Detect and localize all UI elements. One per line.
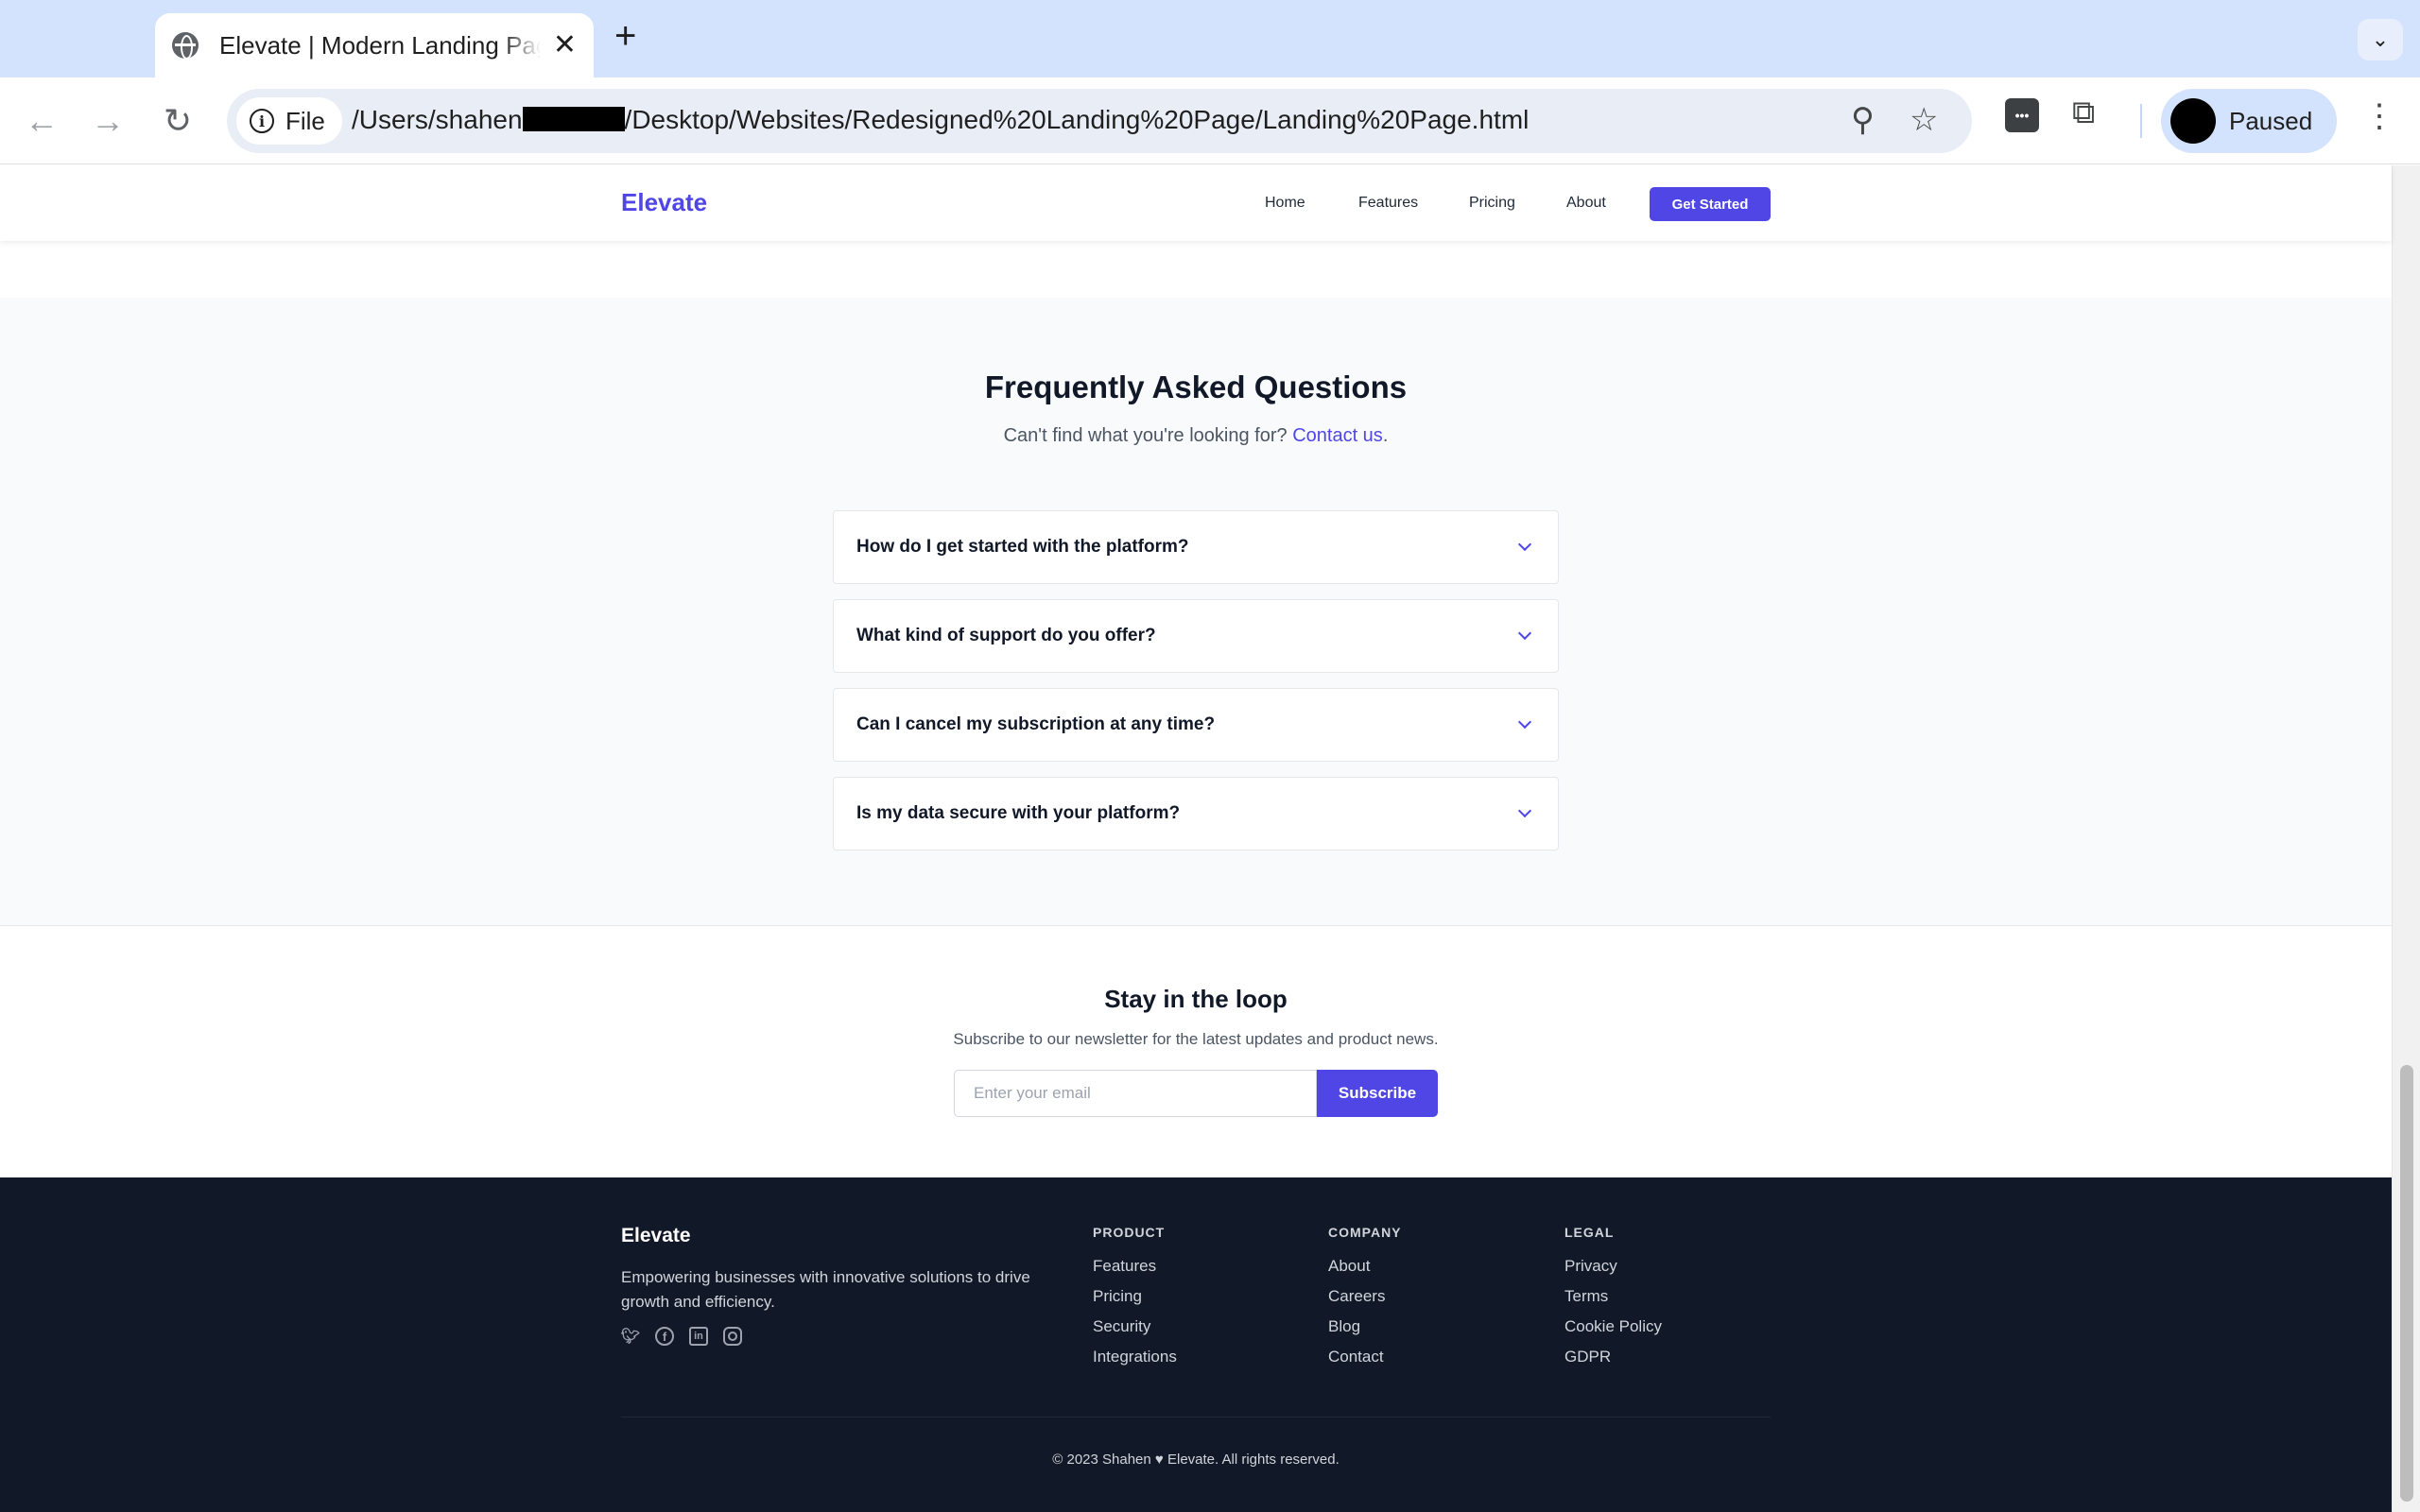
site-navbar: Elevate Home Features Pricing About Get …: [0, 165, 2392, 241]
footer-link[interactable]: Integrations: [1093, 1348, 1177, 1366]
site-info-label: File: [285, 106, 325, 135]
footer-column-product: PRODUCT Features Pricing Security Integr…: [1093, 1225, 1177, 1378]
faq-item[interactable]: How do I get started with the platform?: [833, 510, 1559, 584]
scrollbar-thumb[interactable]: [2400, 1065, 2413, 1502]
forward-button[interactable]: →: [83, 96, 132, 146]
redacted-block: [522, 107, 625, 131]
faq-section: Frequently Asked Questions Can't find wh…: [0, 298, 2392, 926]
nav-link-about[interactable]: About: [1566, 195, 1606, 212]
extension-password-icon[interactable]: •••: [2005, 98, 2039, 132]
footer-link[interactable]: Contact: [1328, 1348, 1402, 1366]
profile-status: Paused: [2229, 106, 2313, 135]
extensions-puzzle-icon[interactable]: ⧉: [2072, 94, 2095, 131]
newsletter-title: Stay in the loop: [1104, 985, 1288, 1013]
nav-link-home[interactable]: Home: [1265, 195, 1305, 212]
reload-button[interactable]: ↻: [153, 96, 202, 146]
facebook-icon[interactable]: f: [655, 1327, 674, 1346]
chevron-down-icon: [1517, 626, 1532, 641]
subscribe-button[interactable]: Subscribe: [1317, 1070, 1438, 1117]
footer-link[interactable]: Features: [1093, 1257, 1177, 1276]
footer-column-heading: COMPANY: [1328, 1225, 1402, 1240]
nav-link-pricing[interactable]: Pricing: [1469, 195, 1515, 212]
footer-link[interactable]: Terms: [1564, 1287, 1662, 1306]
site-logo[interactable]: Elevate: [621, 188, 707, 217]
faq-item[interactable]: Can I cancel my subscription at any time…: [833, 688, 1559, 762]
forward-arrow-icon: →: [91, 101, 125, 140]
footer-description: Empowering businesses with innovative so…: [621, 1268, 1030, 1311]
footer-column-legal: LEGAL Privacy Terms Cookie Policy GDPR: [1564, 1225, 1662, 1378]
new-tab-button[interactable]: +: [614, 17, 636, 55]
footer-link[interactable]: Careers: [1328, 1287, 1402, 1306]
get-started-button[interactable]: Get Started: [1650, 187, 1771, 221]
faq-title: Frequently Asked Questions: [984, 369, 1408, 404]
chevron-down-icon: [1517, 803, 1532, 818]
footer-column-company: COMPANY About Careers Blog Contact: [1328, 1225, 1402, 1378]
copyright-text: © 2023 Shahen ♥ Elevate. All rights rese…: [1052, 1452, 1340, 1468]
footer-divider: [621, 1417, 1771, 1418]
browser-menu-icon[interactable]: ⋮: [2363, 100, 2395, 132]
bookmark-star-icon[interactable]: ☆: [1910, 104, 1938, 136]
footer-logo[interactable]: Elevate: [621, 1225, 691, 1247]
twitter-icon[interactable]: 🐦︎: [621, 1327, 640, 1346]
reload-icon: ↻: [163, 101, 193, 140]
faq-subtitle-text: Can't find what you're looking for?: [1003, 425, 1288, 446]
footer-link[interactable]: Security: [1093, 1317, 1177, 1336]
url-text[interactable]: /Users/shahen/Desktop/Websites/Redesigne…: [352, 105, 1529, 135]
chevron-down-icon: [1517, 537, 1532, 552]
instagram-icon[interactable]: [723, 1327, 742, 1346]
globe-icon: [172, 32, 199, 60]
page-viewport: Elevate Home Features Pricing About Get …: [0, 165, 2420, 1512]
newsletter-email-input[interactable]: [954, 1070, 1317, 1117]
tab-close-button[interactable]: ✕: [553, 31, 577, 60]
faq-subtitle-period: .: [1382, 425, 1389, 446]
faq-question: What kind of support do you offer?: [856, 626, 1156, 645]
address-bar[interactable]: i File /Users/shahen/Desktop/Websites/Re…: [227, 89, 1972, 153]
faq-subtitle: Can't find what you're looking for? Cont…: [0, 425, 2392, 447]
url-prefix: /Users/shahen: [352, 105, 523, 134]
info-icon: i: [250, 109, 274, 133]
footer-link[interactable]: Cookie Policy: [1564, 1317, 1662, 1336]
chevron-down-icon: [1517, 714, 1532, 730]
footer-column-heading: LEGAL: [1564, 1225, 1615, 1240]
chevron-down-icon: ⌄: [2371, 27, 2390, 51]
linkedin-icon[interactable]: in: [689, 1327, 708, 1346]
browser-tab-strip: Elevate | Modern Landing Page ✕ + ⌄: [0, 0, 2420, 77]
nav-link-features[interactable]: Features: [1358, 195, 1418, 212]
tab-title: Elevate | Modern Landing Page: [219, 30, 541, 60]
newsletter-subtitle: Subscribe to our newsletter for the late…: [953, 1030, 1439, 1048]
faq-item[interactable]: Is my data secure with your platform?: [833, 777, 1559, 850]
back-button[interactable]: ←: [17, 96, 66, 146]
faq-question: Can I cancel my subscription at any time…: [856, 714, 1216, 734]
url-suffix: /Desktop/Websites/Redesigned%20Landing%2…: [624, 105, 1530, 134]
site-footer: Elevate Empowering businesses with innov…: [0, 1177, 2392, 1512]
footer-link[interactable]: Privacy: [1564, 1257, 1662, 1276]
zoom-icon[interactable]: ⚲: [1851, 104, 1875, 136]
footer-link[interactable]: GDPR: [1564, 1348, 1662, 1366]
tab-search-button[interactable]: ⌄: [2358, 19, 2403, 60]
avatar: [2170, 98, 2216, 144]
contact-us-link[interactable]: Contact us: [1292, 425, 1383, 446]
footer-link[interactable]: Blog: [1328, 1317, 1402, 1336]
faq-question: Is my data secure with your platform?: [856, 803, 1181, 823]
social-links: 🐦︎ f in: [621, 1327, 742, 1346]
profile-button[interactable]: Paused: [2161, 89, 2337, 153]
back-arrow-icon: ←: [25, 101, 59, 140]
toolbar-divider: [2140, 104, 2142, 138]
browser-tab[interactable]: Elevate | Modern Landing Page ✕: [155, 13, 594, 77]
site-info-chip[interactable]: i File: [236, 97, 342, 145]
footer-link[interactable]: About: [1328, 1257, 1402, 1276]
newsletter-section: Stay in the loop Subscribe to our newsle…: [0, 926, 2392, 1177]
footer-link[interactable]: Pricing: [1093, 1287, 1177, 1306]
faq-item[interactable]: What kind of support do you offer?: [833, 599, 1559, 673]
faq-list: How do I get started with the platform? …: [833, 510, 1559, 866]
browser-toolbar: ← → ↻ i File /Users/shahen/Desktop/Websi…: [0, 77, 2420, 164]
faq-question: How do I get started with the platform?: [856, 537, 1189, 557]
footer-column-heading: PRODUCT: [1093, 1225, 1166, 1240]
page-scrollbar[interactable]: [2392, 165, 2420, 1512]
